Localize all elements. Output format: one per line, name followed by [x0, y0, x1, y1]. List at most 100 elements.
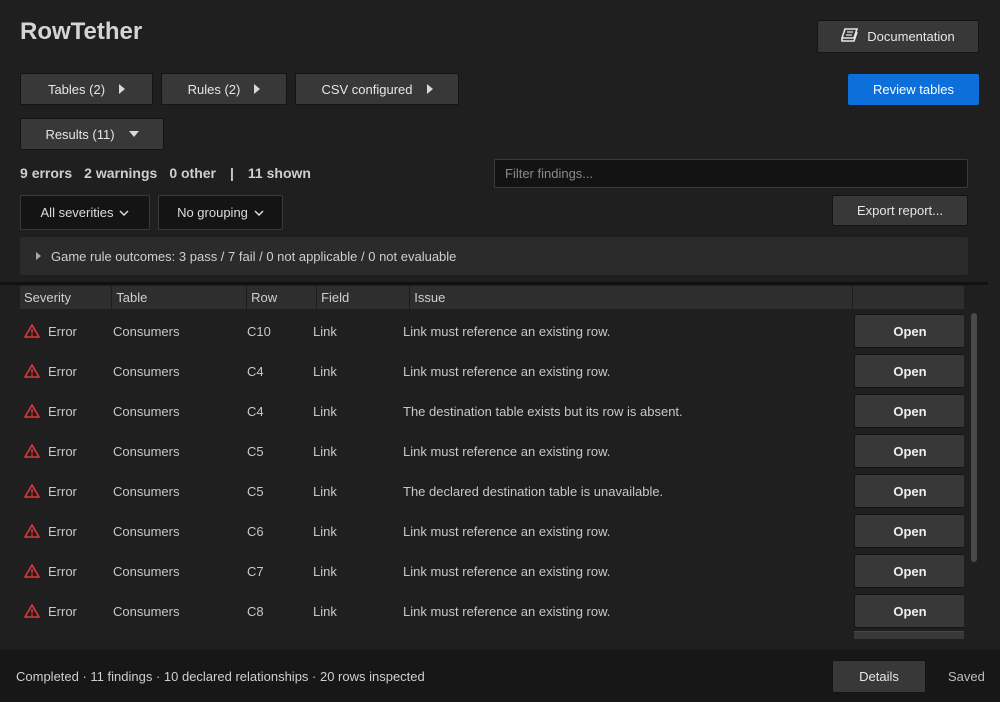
findings-table-header: Severity Table Row Field Issue: [20, 286, 964, 309]
column-header-severity[interactable]: Severity: [20, 286, 113, 309]
field-cell: Link: [313, 523, 337, 539]
field-cell: Link: [313, 563, 337, 579]
warnings-count: 2: [84, 165, 92, 181]
expand-right-icon: [119, 84, 126, 94]
book-icon: [841, 28, 859, 45]
severity-label: Error: [48, 363, 77, 379]
severity-label: Error: [48, 443, 77, 459]
findings-table-body: Error Consumers C10 Link Link must refer…: [20, 311, 964, 639]
column-header-table[interactable]: Table: [112, 286, 248, 309]
severity-label: Error: [48, 323, 77, 339]
table-scrollbar[interactable]: [971, 313, 977, 562]
row-cell: C5: [247, 483, 264, 499]
status-bar: Completed · 11 findings · 10 declared re…: [0, 650, 1000, 702]
open-button[interactable]: Open: [854, 314, 964, 348]
row-cell: C10: [247, 323, 271, 339]
expand-right-icon: [254, 84, 261, 94]
table-row[interactable]: Error Consumers C4 Link Link must refere…: [20, 351, 964, 391]
status-text: Completed · 11 findings · 10 declared re…: [16, 669, 425, 684]
table-row[interactable]: Error Consumers C8 Link Link must refere…: [20, 591, 964, 631]
severity-cell: Error: [20, 404, 110, 419]
table-cell: Consumers: [113, 523, 180, 539]
review-tables-button[interactable]: Review tables: [848, 74, 979, 105]
severity-cell: Error: [20, 604, 110, 619]
open-button[interactable]: [854, 631, 964, 639]
severity-filter-value: All severities: [40, 205, 114, 220]
field-cell: Link: [313, 363, 337, 379]
table-row[interactable]: Error Consumers C10 Link Link must refer…: [20, 311, 964, 351]
table-cell: Consumers: [113, 323, 180, 339]
severity-label: Error: [48, 603, 77, 619]
column-header-issue[interactable]: Issue: [410, 286, 854, 309]
documentation-button[interactable]: Documentation: [817, 20, 979, 53]
results-button[interactable]: Results (11): [20, 118, 164, 150]
saved-status: Saved: [948, 669, 985, 684]
issue-cell: Link must reference an existing row.: [403, 323, 611, 339]
severity-cell: Error: [20, 524, 110, 539]
row-cell: C4: [247, 363, 264, 379]
issue-cell: Link must reference an existing row.: [403, 563, 611, 579]
issue-cell: Link must reference an existing row.: [403, 603, 611, 619]
grouping-dropdown[interactable]: No grouping: [158, 195, 283, 230]
issue-cell: The declared destination table is unavai…: [403, 483, 664, 499]
warnings-label: warnings: [95, 165, 158, 181]
app-title: RowTether: [20, 18, 143, 45]
field-cell: Link: [313, 483, 337, 499]
rules-label: Rules (2): [187, 81, 241, 97]
warning-triangle-icon: [24, 444, 40, 458]
review-tables-label: Review tables: [873, 82, 954, 97]
details-button[interactable]: Details: [832, 660, 926, 693]
filter-placeholder: Filter findings...: [505, 166, 594, 181]
field-cell: Link: [313, 403, 337, 419]
expand-down-icon: [128, 131, 139, 137]
warning-triangle-icon: [24, 564, 40, 578]
table-row[interactable]: Error Consumers C7 Link Link must refere…: [20, 551, 964, 591]
tables-button[interactable]: Tables (2): [20, 73, 153, 105]
row-cell: C7: [247, 563, 264, 579]
export-report-button[interactable]: Export report...: [832, 195, 968, 226]
issue-cell: Link must reference an existing row.: [403, 363, 611, 379]
table-cell: Consumers: [113, 443, 180, 459]
warning-triangle-icon: [24, 324, 40, 338]
warning-triangle-icon: [24, 604, 40, 618]
findings-summary: 9 errors 2 warnings 0 other | 11 shown: [20, 165, 311, 181]
filter-findings-input[interactable]: Filter findings...: [494, 159, 968, 188]
row-cell: C5: [247, 443, 264, 459]
table-row[interactable]: Error Consumers C4 Link The destination …: [20, 391, 964, 431]
open-button[interactable]: Open: [854, 474, 964, 508]
column-header-field[interactable]: Field: [317, 286, 411, 309]
open-button[interactable]: Open: [854, 594, 964, 628]
column-header-actions: [853, 286, 964, 309]
rules-button[interactable]: Rules (2): [161, 73, 287, 105]
field-cell: Link: [313, 323, 337, 339]
table-cell: Consumers: [113, 403, 180, 419]
column-header-row[interactable]: Row: [247, 286, 318, 309]
open-button[interactable]: Open: [854, 434, 964, 468]
field-cell: Link: [313, 443, 337, 459]
section-divider: [0, 282, 988, 285]
warning-triangle-icon: [24, 404, 40, 418]
severity-label: Error: [48, 483, 77, 499]
csv-button[interactable]: CSV configured: [295, 73, 459, 105]
chevron-down-icon: [254, 209, 264, 216]
warning-triangle-icon: [24, 484, 40, 498]
open-button[interactable]: Open: [854, 554, 964, 588]
issue-cell: Link must reference an existing row.: [403, 443, 611, 459]
warning-triangle-icon: [24, 524, 40, 538]
errors-label: errors: [31, 165, 73, 181]
severity-label: Error: [48, 523, 77, 539]
table-row[interactable]: Error Consumers C5 Link The declared des…: [20, 471, 964, 511]
severity-cell: Error: [20, 364, 110, 379]
severity-filter-dropdown[interactable]: All severities: [20, 195, 150, 230]
table-row[interactable]: Error Consumers C5 Link Link must refere…: [20, 431, 964, 471]
open-button[interactable]: Open: [854, 394, 964, 428]
open-button[interactable]: Open: [854, 514, 964, 548]
row-cell: C8: [247, 603, 264, 619]
game-rule-outcomes-expander[interactable]: Game rule outcomes: 3 pass / 7 fail / 0 …: [20, 237, 968, 275]
severity-cell: Error: [20, 444, 110, 459]
severity-cell: Error: [20, 564, 110, 579]
table-cell: Consumers: [113, 563, 180, 579]
open-button[interactable]: Open: [854, 354, 964, 388]
table-row[interactable]: Error Consumers C6 Link Link must refere…: [20, 511, 964, 551]
issue-cell: The destination table exists but its row…: [403, 403, 683, 419]
